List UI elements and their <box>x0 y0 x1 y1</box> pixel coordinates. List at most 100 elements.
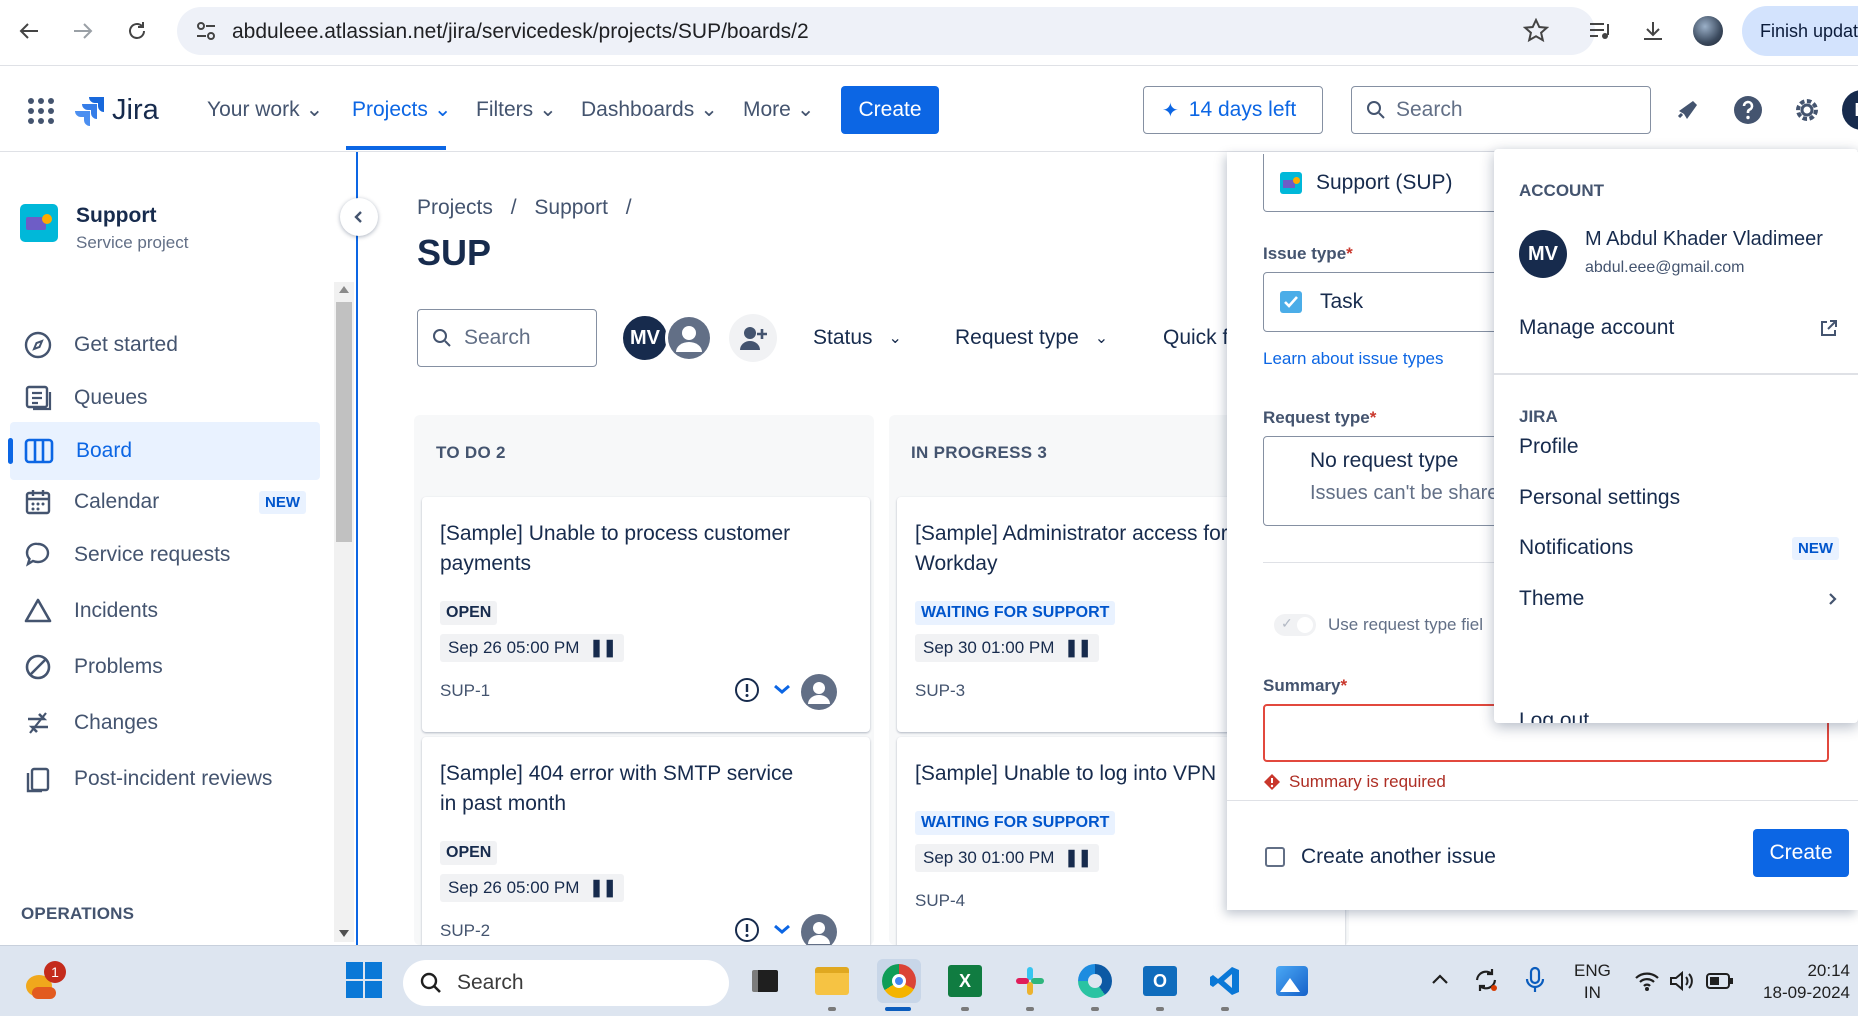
slack-icon[interactable] <box>1008 959 1052 1003</box>
start-button[interactable] <box>346 962 382 998</box>
breadcrumb-projects[interactable]: Projects <box>417 196 493 219</box>
issue-key[interactable]: SUP-1 <box>440 681 490 701</box>
show-hidden-icons-chevron-icon[interactable] <box>1430 972 1450 986</box>
priority-info-icon <box>735 918 759 942</box>
wifi-icon[interactable] <box>1634 970 1660 992</box>
outlook-icon[interactable]: O <box>1138 959 1182 1003</box>
board-icon <box>24 438 54 464</box>
logout-menu-item[interactable]: Log out <box>1519 709 1839 723</box>
back-icon[interactable] <box>12 14 46 48</box>
assignee-avatar-mv[interactable]: MV <box>621 314 669 362</box>
settings-gear-icon[interactable] <box>1789 92 1825 128</box>
theme-menu-item[interactable]: Theme <box>1519 587 1839 611</box>
reload-icon[interactable] <box>120 14 154 48</box>
issue-key[interactable]: SUP-2 <box>440 921 490 941</box>
weather-widget[interactable]: 1 <box>22 961 66 1005</box>
taskbar-search[interactable]: Search <box>403 960 729 1006</box>
user-icon <box>668 317 710 359</box>
unassigned-avatar[interactable] <box>665 314 713 362</box>
request-type-fields-toggle[interactable]: ✓ Use request type fiel <box>1274 614 1483 636</box>
account-user-email: abdul.eee@gmail.com <box>1585 259 1745 276</box>
nav-your-work[interactable]: Your work ⌄ <box>207 97 323 122</box>
url-text[interactable]: abduleee.atlassian.net/jira/servicedesk/… <box>232 20 809 44</box>
sidebar-item-incidents[interactable]: Incidents <box>10 582 320 640</box>
quick-filters[interactable]: Quick f <box>1163 326 1228 350</box>
notifications-menu-item[interactable]: Notifications NEW <box>1519 536 1839 560</box>
bookmark-star-icon[interactable] <box>1523 18 1549 44</box>
scroll-down-arrow-icon[interactable] <box>339 930 349 937</box>
sidebar-item-service-requests[interactable]: Service requests <box>10 526 320 584</box>
help-icon[interactable] <box>1730 92 1766 128</box>
nav-projects[interactable]: Projects ⌄ <box>352 97 451 122</box>
breadcrumb-support[interactable]: Support <box>534 196 608 219</box>
address-bar[interactable]: abduleee.atlassian.net/jira/servicedesk/… <box>177 7 1595 55</box>
microphone-icon[interactable] <box>1525 966 1545 994</box>
forward-icon[interactable] <box>66 14 100 48</box>
create-another-checkbox[interactable]: Create another issue <box>1265 845 1496 869</box>
add-people-button[interactable] <box>729 314 777 362</box>
create-button[interactable]: Create <box>841 86 939 134</box>
assignee-avatar-icon[interactable] <box>800 673 838 711</box>
jira-top-nav: Jira Your work ⌄ Projects ⌄ Filters ⌄ Dashb… <box>0 66 1858 152</box>
media-playlist-icon[interactable] <box>1583 14 1617 48</box>
trial-button[interactable]: ✦ 14 days left <box>1143 86 1323 134</box>
scroll-up-arrow-icon[interactable] <box>339 286 349 293</box>
photos-icon[interactable] <box>1270 959 1314 1003</box>
board-search-input[interactable]: Search <box>417 309 597 367</box>
battery-icon[interactable] <box>1706 972 1734 990</box>
excel-icon[interactable]: X <box>943 959 987 1003</box>
clock[interactable]: 20:14 18-09-2024 <box>1754 960 1850 1004</box>
sidebar-item-board[interactable]: Board <box>8 422 320 480</box>
jira-logo[interactable]: Jira <box>74 94 159 127</box>
sparkle-icon: ✦ <box>1162 99 1179 122</box>
sidebar-item-queues[interactable]: Queues <box>10 369 320 427</box>
request-type-filter[interactable]: Request type ⌄ <box>955 326 1108 350</box>
sidebar-item-get-started[interactable]: Get started <box>10 316 320 374</box>
issue-key[interactable]: SUP-3 <box>915 681 965 701</box>
create-issue-submit-button[interactable]: Create <box>1753 829 1849 877</box>
sync-icon[interactable] <box>1472 966 1500 994</box>
toggle-switch[interactable]: ✓ <box>1274 614 1316 636</box>
nav-dashboards[interactable]: Dashboards ⌄ <box>581 97 718 122</box>
vscode-icon[interactable] <box>1203 959 1247 1003</box>
issue-card[interactable]: [Sample] Unable to process customer paym… <box>422 497 870 732</box>
checkbox[interactable] <box>1265 847 1285 867</box>
search-icon <box>1367 101 1385 119</box>
issue-card[interactable]: [Sample] 404 error with SMTP service in … <box>422 737 870 972</box>
global-search-input[interactable]: Search <box>1351 86 1651 134</box>
issue-key[interactable]: SUP-4 <box>915 891 965 911</box>
collapse-sidebar-button[interactable] <box>340 198 378 236</box>
task-view-icon[interactable] <box>743 959 787 1003</box>
nav-filters[interactable]: Filters ⌄ <box>476 97 557 122</box>
chat-icon <box>25 542 50 567</box>
pause-icon: ❚❚ <box>589 638 616 657</box>
notifications-megaphone-icon[interactable] <box>1670 92 1706 128</box>
sidebar-item-calendar[interactable]: Calendar NEW <box>10 473 320 531</box>
jira-section-heading: JIRA <box>1519 407 1558 426</box>
project-header[interactable]: Support Service project <box>20 204 188 253</box>
chrome-icon[interactable] <box>877 959 921 1003</box>
personal-settings-menu-item[interactable]: Personal settings <box>1519 486 1839 510</box>
profile-menu-item[interactable]: Profile <box>1519 435 1839 459</box>
edge-icon[interactable] <box>1073 959 1117 1003</box>
status-filter[interactable]: Status ⌄ <box>813 326 902 350</box>
sidebar-item-changes[interactable]: Changes <box>10 694 320 752</box>
nav-more[interactable]: More ⌄ <box>743 97 814 122</box>
download-icon[interactable] <box>1636 14 1670 48</box>
volume-icon[interactable] <box>1668 970 1694 992</box>
browser-profile-avatar[interactable] <box>1691 14 1725 48</box>
finish-update-button[interactable]: Finish updat <box>1742 6 1858 56</box>
chevron-down-icon: ⌄ <box>700 98 718 121</box>
file-explorer-icon[interactable] <box>810 959 854 1003</box>
learn-issue-types-link[interactable]: Learn about issue types <box>1263 349 1444 369</box>
site-info-icon[interactable] <box>195 21 217 41</box>
sidebar-item-post-incident-reviews[interactable]: Post-incident reviews <box>10 750 320 808</box>
input-language[interactable]: ENG IN <box>1574 960 1611 1004</box>
scrollbar-thumb[interactable] <box>336 302 352 542</box>
sidebar-item-problems[interactable]: Problems <box>10 638 320 696</box>
sidebar-scrollbar[interactable] <box>334 282 354 942</box>
jira-logo-icon <box>75 96 104 126</box>
profile-avatar[interactable]: M <box>1842 90 1858 130</box>
app-switcher-icon[interactable] <box>28 98 54 124</box>
manage-account-link[interactable]: Manage account <box>1519 316 1839 340</box>
